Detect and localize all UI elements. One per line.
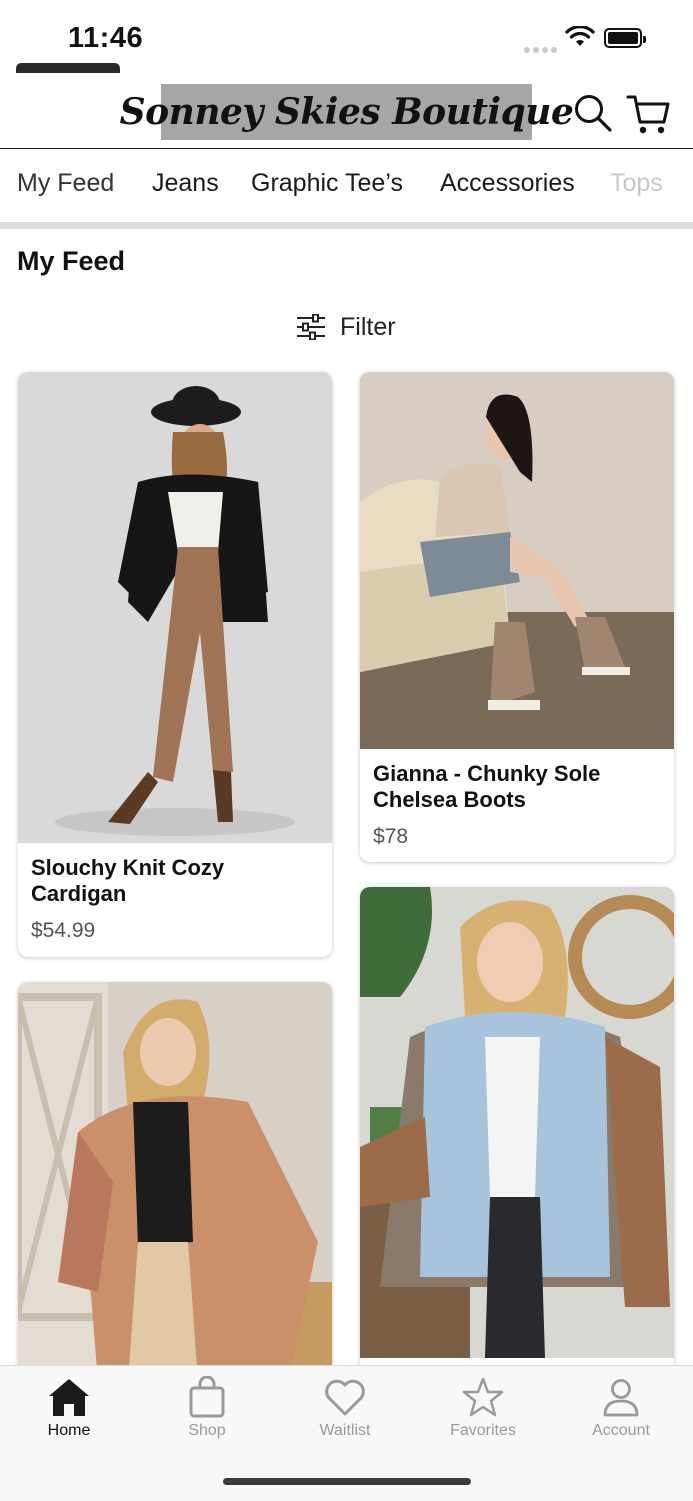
product-name: Slouchy Knit Cozy Cardigan bbox=[31, 855, 225, 906]
product-card[interactable] bbox=[360, 887, 674, 1377]
nav-waitlist-label: Waitlist bbox=[319, 1422, 371, 1439]
tab-my-feed[interactable]: My Feed bbox=[17, 169, 114, 198]
home-icon bbox=[49, 1379, 89, 1416]
status-time: 11:46 bbox=[68, 22, 144, 54]
product-card[interactable]: Slouchy Knit Cozy Cardigan $54.99 bbox=[18, 372, 332, 957]
heart-icon bbox=[325, 1379, 365, 1416]
nav-waitlist[interactable]: Waitlist bbox=[276, 1376, 414, 1446]
section-title: My Feed bbox=[17, 246, 126, 276]
product-price: $54.99 bbox=[31, 919, 96, 942]
product-image bbox=[18, 982, 332, 1382]
store-logo-text: Sonney Skies Boutique bbox=[119, 91, 574, 133]
search-icon[interactable] bbox=[572, 92, 614, 134]
wifi-icon bbox=[565, 26, 595, 46]
filter-button[interactable]: Filter bbox=[296, 310, 396, 344]
cart-icon[interactable] bbox=[626, 92, 670, 136]
divider bbox=[0, 222, 693, 229]
product-card[interactable]: Gianna - Chunky Sole Chelsea Boots $78 bbox=[360, 372, 674, 862]
nav-shop-label: Shop bbox=[188, 1422, 226, 1439]
person-icon bbox=[603, 1379, 639, 1417]
product-image bbox=[360, 887, 674, 1358]
nav-favorites[interactable]: Favorites bbox=[414, 1376, 552, 1446]
tab-graphic-tees[interactable]: Graphic Tee’s bbox=[251, 169, 403, 198]
category-tabs: My Feed Jeans Graphic Tee’s Accessories … bbox=[0, 149, 693, 223]
home-indicator bbox=[223, 1478, 471, 1485]
product-price: $78 bbox=[373, 825, 409, 848]
product-image bbox=[18, 372, 332, 843]
nav-account-label: Account bbox=[592, 1422, 650, 1439]
tab-jeans[interactable]: Jeans bbox=[152, 169, 219, 198]
tab-accessories[interactable]: Accessories bbox=[440, 169, 575, 198]
app-header: Sonney Skies Boutique bbox=[0, 80, 693, 149]
store-logo[interactable]: Sonney Skies Boutique bbox=[120, 84, 574, 140]
selected-tab-indicator bbox=[16, 63, 120, 73]
nav-account[interactable]: Account bbox=[552, 1376, 690, 1446]
nav-shop[interactable]: Shop bbox=[138, 1376, 276, 1446]
nav-home-label: Home bbox=[47, 1422, 91, 1439]
filter-label: Filter bbox=[340, 312, 396, 341]
battery-icon bbox=[604, 28, 646, 48]
nav-favorites-label: Favorites bbox=[450, 1422, 516, 1439]
nav-home[interactable]: Home bbox=[0, 1376, 138, 1446]
tab-tops[interactable]: Tops bbox=[610, 169, 663, 198]
star-icon bbox=[462, 1377, 504, 1417]
filter-sliders-icon bbox=[297, 314, 325, 340]
product-image bbox=[360, 372, 674, 749]
signal-icon bbox=[524, 40, 560, 58]
product-name: Gianna - Chunky Sole Chelsea Boots bbox=[373, 761, 601, 812]
product-card[interactable] bbox=[18, 982, 332, 1382]
shopping-bag-icon bbox=[189, 1376, 225, 1418]
